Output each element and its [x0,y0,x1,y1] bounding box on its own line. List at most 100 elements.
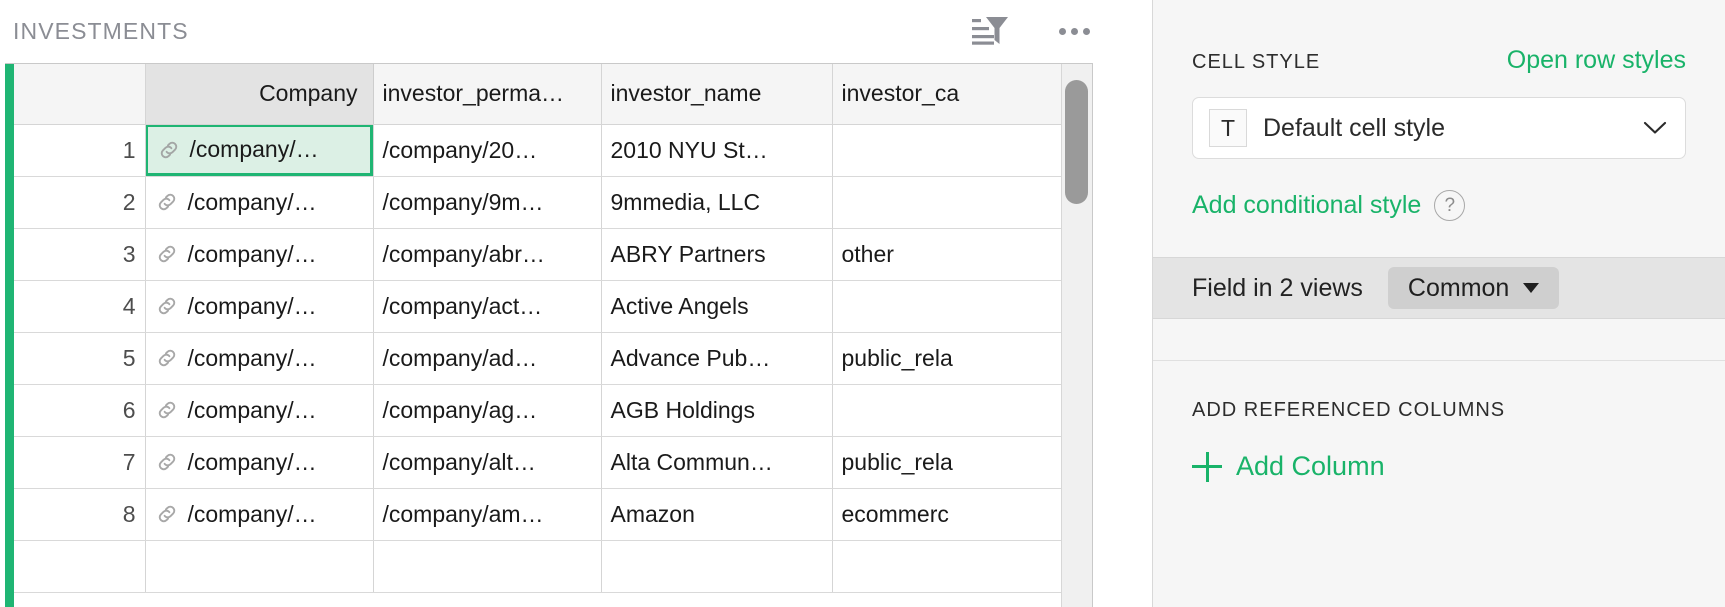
add-column-button[interactable]: Add Column [1192,422,1686,482]
cell-company[interactable]: /company/… [145,488,374,541]
cell-style-label: CELL STYLE [1192,51,1321,73]
cell-company-text: /company/… [187,344,317,371]
cell-investor-category[interactable] [832,176,1062,229]
column-header-investor-category[interactable]: investor_ca [832,64,1062,125]
column-header-company[interactable]: Company [145,64,374,125]
scrollbar-thumb[interactable] [1065,80,1088,204]
cell-company[interactable]: /company/… [145,280,374,333]
cell-investor-name[interactable]: Advance Pub… [601,332,833,385]
table-row[interactable]: 5 /company/… /company/ad… Advance Pub… p… [14,332,1062,385]
views-scope-chip[interactable]: Common [1387,267,1560,309]
column-header-investor-permalink[interactable]: investor_perma… [373,64,602,125]
cell-style-section: CELL STYLE Open row styles T Default cel… [1153,0,1725,257]
open-row-styles-link[interactable]: Open row styles [1507,46,1686,75]
cell-company-text: /company/… [187,448,317,475]
table-row[interactable]: 8 /company/… /company/am… Amazon ecommer… [14,488,1062,541]
cell-company-text: /company/… [187,188,317,215]
row-number[interactable]: 5 [14,332,146,385]
table-row[interactable] [14,540,1062,593]
app-root: INVESTMENTS Company investor_perma… inve… [0,0,1725,607]
cell-style-value: Default cell style [1263,113,1446,142]
cell-company-text: /company/… [187,396,317,423]
cell-investor-name[interactable]: Active Angels [601,280,833,333]
cell-style-header: CELL STYLE Open row styles [1192,0,1686,75]
cell-investor-name[interactable]: AGB Holdings [601,384,833,437]
cell-investor-category[interactable]: other [832,228,1062,281]
help-icon[interactable]: ? [1434,190,1466,221]
table-row[interactable]: 2 /company/… /company/9m… 9mmedia, LLC [14,176,1062,229]
cell-investor-permalink[interactable]: /company/am… [373,488,602,541]
more-options-icon[interactable] [1057,20,1092,43]
cell-investor-category[interactable] [832,280,1062,333]
table-row[interactable]: 7 /company/… /company/alt… Alta Commun… … [14,436,1062,489]
column-header-rownum[interactable] [14,64,146,125]
row-number[interactable]: 8 [14,488,146,541]
row-number[interactable]: 7 [14,436,146,489]
table-row[interactable]: 6 /company/… /company/ag… AGB Holdings [14,384,1062,437]
link-icon [158,245,175,263]
cell-investor-category[interactable]: public_rela [832,332,1062,385]
table-row[interactable]: 1 /company/… /company/20… 2010 NYU St… [14,124,1062,177]
caret-down-icon [1523,283,1540,293]
grid-header-tools [971,14,1092,48]
grid-scroll-area[interactable]: Company investor_perma… investor_name in… [14,64,1062,607]
cell-investor-permalink[interactable] [373,540,602,593]
filter-sort-icon[interactable] [971,14,1011,48]
cell-investor-name[interactable]: 9mmedia, LLC [601,176,833,229]
cell-investor-category[interactable]: public_rela [832,436,1062,489]
row-number[interactable]: 3 [14,228,146,281]
cell-investor-category[interactable] [832,384,1062,437]
cell-investor-category[interactable] [832,124,1062,177]
cell-investor-name[interactable]: 2010 NYU St… [601,124,833,177]
field-settings-panel: CELL STYLE Open row styles T Default cel… [1152,0,1725,607]
cell-investor-permalink[interactable]: /company/alt… [373,436,602,489]
row-number[interactable]: 6 [14,384,146,437]
table-header-row: Company investor_perma… investor_name in… [14,64,1062,125]
cell-company[interactable]: /company/… [145,124,374,177]
row-selection-rail [5,64,14,607]
cell-investor-permalink[interactable]: /company/act… [373,280,602,333]
row-number[interactable]: 1 [14,124,146,177]
table-row[interactable]: 3 /company/… /company/abr… ABRY Partners… [14,228,1062,281]
cell-company[interactable]: /company/… [145,332,374,385]
grid-header: INVESTMENTS [0,0,1152,63]
referenced-columns-label: ADD REFERENCED COLUMNS [1192,399,1506,421]
cell-investor-name[interactable]: Amazon [601,488,833,541]
investments-table: Company investor_perma… investor_name in… [14,64,1062,593]
panel-divider [1153,319,1725,361]
row-number[interactable] [14,540,146,593]
link-icon [158,349,175,367]
referenced-columns-section: ADD REFERENCED COLUMNS Add Column [1153,361,1725,482]
add-column-label: Add Column [1236,451,1385,481]
cell-company-text: /company/… [187,292,317,319]
cell-investor-name[interactable]: ABRY Partners [601,228,833,281]
cell-investor-permalink[interactable]: /company/9m… [373,176,602,229]
cell-investor-name[interactable]: Alta Commun… [601,436,833,489]
cell-company[interactable]: /company/… [145,176,374,229]
cell-company[interactable]: /company/… [145,228,374,281]
cell-investor-name[interactable] [601,540,833,593]
add-conditional-style-row: Add conditional style ? [1192,159,1686,257]
cell-style-dropdown[interactable]: T Default cell style [1192,97,1686,159]
row-number[interactable]: 4 [14,280,146,333]
field-views-label: Field in 2 views [1192,273,1363,302]
cell-company[interactable]: /company/… [145,436,374,489]
row-number[interactable]: 2 [14,176,146,229]
table-row[interactable]: 4 /company/… /company/act… Active Angels [14,280,1062,333]
link-icon [158,401,175,419]
cell-company[interactable]: /company/… [145,384,374,437]
views-scope-value: Common [1407,273,1510,302]
add-conditional-style-link[interactable]: Add conditional style [1192,191,1421,220]
cell-investor-category[interactable] [832,540,1062,593]
column-header-investor-name[interactable]: investor_name [601,64,833,125]
vertical-scrollbar[interactable] [1061,64,1092,607]
ellipsis-glyph [1057,20,1092,43]
cell-investor-category[interactable]: ecommerc [832,488,1062,541]
plus-icon [1192,451,1222,482]
cell-investor-permalink[interactable]: /company/20… [373,124,602,177]
cell-investor-permalink[interactable]: /company/ag… [373,384,602,437]
cell-investor-permalink[interactable]: /company/abr… [373,228,602,281]
cell-investor-permalink[interactable]: /company/ad… [373,332,602,385]
cell-company[interactable] [145,540,374,593]
link-icon [158,193,175,211]
